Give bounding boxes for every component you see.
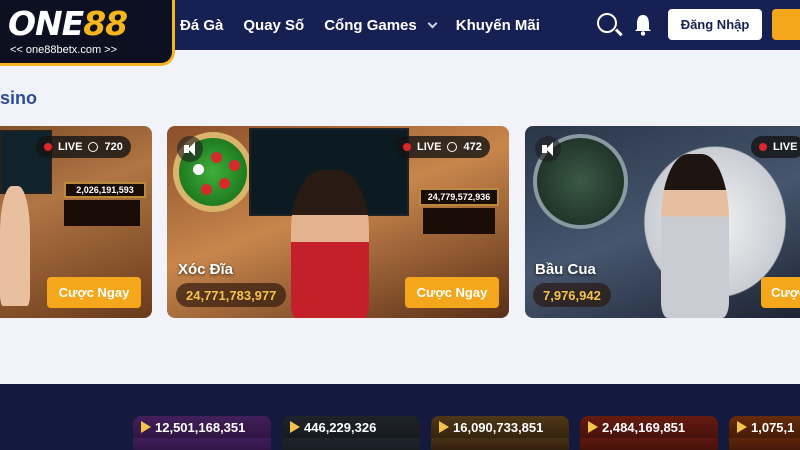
game-thumbnail[interactable]: 16,090,733,851	[431, 416, 569, 450]
game-thumbnail[interactable]: 2,484,169,851	[580, 416, 718, 450]
dealer-image	[0, 186, 30, 306]
game-card-xoc-dia[interactable]: LIVE 472 24,779,572,936 Xóc Đĩa 24,771,7…	[167, 126, 509, 318]
thumbnail-jackpot: 2,484,169,851	[580, 416, 718, 438]
live-badge: LIVE	[751, 136, 800, 158]
dice-display	[64, 200, 140, 226]
live-dot-icon	[403, 143, 411, 151]
section-title: asino	[0, 88, 38, 108]
nav-item-khuyen-mai[interactable]: Khuyến Mãi	[456, 17, 540, 34]
logo-url: << one88betx.com >>	[10, 44, 118, 56]
live-label: LIVE	[58, 141, 83, 153]
thumbnail-jackpot: 446,229,326	[282, 416, 420, 438]
nav-label: Đá Gà	[180, 16, 224, 34]
logo-text: ONE88	[8, 4, 128, 43]
mute-icon[interactable]	[177, 136, 203, 162]
game-card-bau-cua[interactable]: LIVE Bầu Cua 7,976,942 Cược	[525, 126, 800, 318]
board-value: 2,026,191,593	[76, 185, 134, 195]
game-thumbnail[interactable]: 1,075,1	[729, 416, 800, 450]
site-logo[interactable]: ONE88 << one88betx.com >>	[0, 0, 175, 66]
nav-item-cong-games[interactable]: Cổng Games	[324, 16, 438, 34]
thumbnail-jackpot: 16,090,733,851	[431, 416, 569, 438]
bet-now-button[interactable]: Cược	[761, 277, 800, 308]
login-button[interactable]: Đăng Nhập	[668, 9, 762, 40]
slot-display	[423, 208, 495, 234]
game-name: Bầu Cua	[535, 261, 596, 278]
nav-label: Quay Số	[243, 16, 305, 34]
jackpot-board: 24,779,572,936	[419, 188, 499, 206]
nav-item-da-ga[interactable]: Đá Gà	[180, 17, 223, 34]
dealer-image	[291, 170, 369, 318]
play-icon	[439, 421, 449, 433]
live-label: LIVE	[773, 141, 798, 153]
viewer-count: 472	[463, 141, 482, 153]
chevron-down-icon	[427, 18, 438, 28]
game-thumbnail[interactable]: 446,229,326	[282, 416, 420, 450]
viewer-count: 720	[104, 141, 123, 153]
viewer-icon	[88, 142, 99, 152]
live-badge: LIVE 720	[36, 136, 131, 158]
bell-icon[interactable]	[633, 14, 653, 36]
play-icon	[588, 421, 598, 433]
play-icon	[290, 421, 300, 433]
register-button[interactable]	[772, 9, 800, 40]
jackpot-board: 2,026,191,593	[64, 182, 146, 198]
game-name: Xóc Đĩa	[178, 261, 234, 278]
live-label: LIVE	[417, 141, 442, 153]
dealer-image	[661, 154, 729, 318]
nav-item-quay-so[interactable]: Quay Số	[243, 17, 304, 34]
jackpot-value: 24,771,783,977	[176, 283, 287, 307]
search-icon[interactable]	[597, 13, 617, 33]
live-dot-icon	[759, 143, 767, 151]
nav-label: Khuyến Mãi	[455, 16, 540, 34]
bet-now-button[interactable]: Cược Ngay	[47, 277, 141, 308]
live-dot-icon	[44, 143, 52, 151]
mute-icon[interactable]	[535, 136, 561, 162]
game-thumbnail[interactable]: 12,501,168,351	[133, 416, 271, 450]
play-icon	[141, 421, 151, 433]
board-value: 24,779,572,936	[427, 192, 491, 202]
bet-now-button[interactable]: Cược Ngay	[405, 277, 499, 308]
game-card[interactable]: LIVE 720 2,026,191,593 Cược Ngay	[0, 126, 152, 318]
main-nav: Đá Gà Quay Số Cổng Games Khuyến Mãi	[180, 0, 540, 50]
thumbnail-jackpot: 12,501,168,351	[133, 416, 271, 438]
viewer-icon	[447, 142, 458, 152]
nav-label: Cổng Games	[324, 16, 417, 34]
play-icon	[737, 421, 747, 433]
jackpot-value: 7,976,942	[533, 283, 611, 307]
live-badge: LIVE 472	[395, 136, 490, 158]
